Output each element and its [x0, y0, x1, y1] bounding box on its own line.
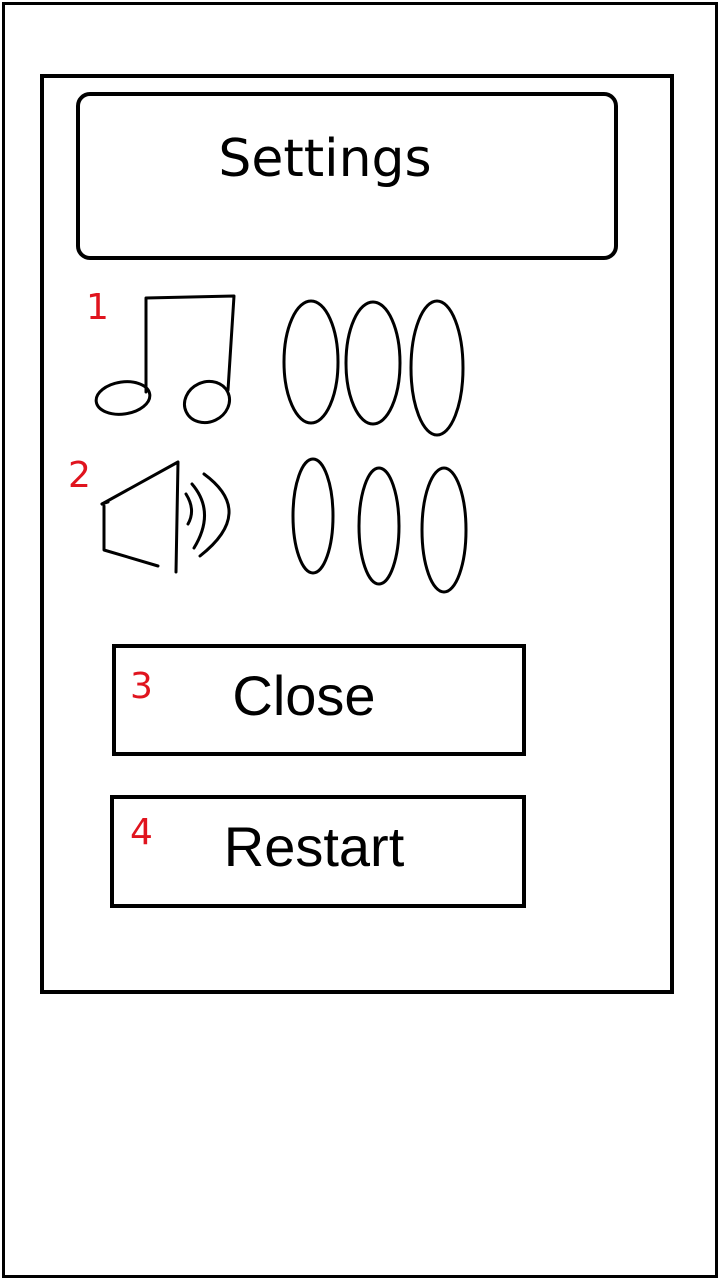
sound-volume-levels [288, 456, 472, 602]
music-level-3-option[interactable] [409, 299, 465, 437]
sound-setting-icon-wrap [96, 458, 248, 580]
settings-title-box: Settings [76, 92, 618, 260]
restart-button-label: Restart [223, 815, 405, 878]
sound-level-1-option[interactable] [291, 457, 335, 575]
dialog-title: Settings [218, 129, 432, 189]
music-level-1-option[interactable] [282, 299, 340, 425]
close-button[interactable]: Close [112, 644, 526, 756]
music-note-icon [94, 294, 236, 425]
sound-level-3-option[interactable] [420, 466, 468, 594]
marker-3: 3 [130, 666, 153, 707]
music-level-2-option[interactable] [344, 300, 402, 426]
marker-4: 4 [130, 812, 153, 853]
sound-level-2-option[interactable] [357, 466, 401, 586]
close-button-label: Close [232, 663, 376, 727]
speaker-icon [100, 460, 231, 574]
music-volume-levels [280, 298, 466, 444]
restart-button[interactable]: Restart [110, 795, 526, 908]
marker-2: 2 [68, 455, 91, 496]
music-setting-icon-wrap [94, 292, 244, 432]
